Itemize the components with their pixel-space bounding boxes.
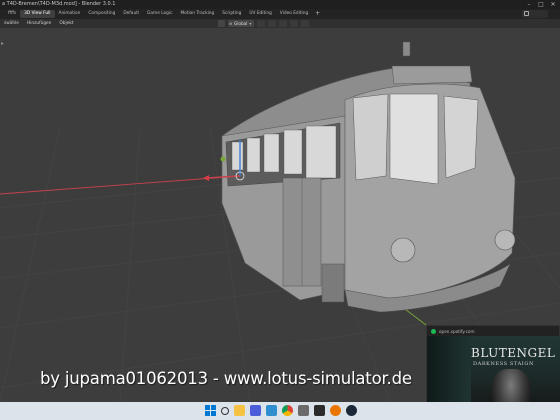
x-axis-line [0, 175, 241, 195]
steam-icon[interactable] [346, 405, 357, 416]
tab-3d-view-full[interactable]: 3D View Full [20, 10, 55, 18]
proportional-edit-icon[interactable] [290, 20, 298, 27]
album-band-name: BLUTENGEL [471, 346, 556, 360]
tab-scripting[interactable]: Scripting [218, 10, 245, 18]
store-icon[interactable] [250, 405, 261, 416]
tab-default[interactable]: Default [119, 10, 143, 18]
menu-add[interactable]: Hinzufügen [23, 21, 55, 26]
spotify-icon [431, 328, 436, 334]
tab-compositing[interactable]: Compositing [84, 10, 119, 18]
snap-target-icon[interactable] [279, 20, 287, 27]
tab-uv-editing[interactable]: UV Editing [245, 10, 275, 18]
tab-motion-tracking[interactable]: Motion Tracking [176, 10, 218, 18]
album-title: DARKNESS STAIGN [473, 361, 534, 367]
window-titlebar: a T4D-Bremen\T4D-M3d.mod] - Blender 3.0.… [0, 0, 560, 9]
watermark-text: by jupama01062013 - www.lotus-simulator.… [40, 369, 412, 388]
spotify-window-title: open.spotify.com [439, 328, 475, 334]
viewport-header: swähle Hinzufügen Objekt Global▾ [0, 19, 560, 28]
blender-screen: a T4D-Bremen\T4D-M3d.mod] - Blender 3.0.… [0, 0, 560, 420]
tab-animation[interactable]: Animation [55, 10, 85, 18]
file-explorer-icon[interactable] [234, 405, 245, 416]
window-title: a T4D-Bremen\T4D-M3d.mod] - Blender 3.0.… [2, 1, 116, 7]
window-controls: – □ ✕ [526, 0, 556, 9]
headlight-left [390, 237, 416, 263]
menu-select[interactable]: swähle [0, 21, 23, 26]
chrome-icon[interactable] [282, 405, 293, 416]
transform-orientation-group: Global▾ [218, 20, 309, 27]
orientation-gizmo-icon[interactable] [218, 20, 225, 27]
close-icon[interactable]: ✕ [550, 0, 556, 9]
transform-orientation-value: Global [234, 21, 248, 26]
scene-icon [524, 11, 529, 16]
gizmo-y-handle-icon[interactable] [220, 156, 226, 162]
blender-icon[interactable] [330, 405, 341, 416]
minimize-icon[interactable]: – [526, 0, 532, 9]
proportional-falloff-icon[interactable] [301, 20, 309, 27]
tram-model[interactable] [221, 41, 516, 313]
maximize-icon[interactable]: □ [538, 0, 544, 9]
windows-taskbar [0, 402, 560, 420]
tab-game-logic[interactable]: Game Logic [143, 10, 176, 18]
settings-icon[interactable] [298, 405, 309, 416]
snap-icon[interactable] [268, 20, 276, 27]
spotify-header: open.spotify.com [427, 326, 559, 336]
menu-object[interactable]: Objekt [55, 21, 77, 26]
windows-start-icon[interactable] [205, 405, 216, 416]
chevron-down-icon: ▾ [249, 21, 252, 26]
taskbar-icons [205, 405, 357, 416]
terminal-icon[interactable] [314, 405, 325, 416]
pivot-icon[interactable] [257, 20, 265, 27]
search-icon[interactable] [221, 406, 229, 415]
region-toggle-icon[interactable]: ▸ [1, 40, 4, 47]
tab-video-editing[interactable]: Video Editing [276, 10, 312, 18]
gizmo-x-arrow-icon[interactable] [203, 175, 209, 181]
tab-ffffs[interactable]: ffffs [4, 10, 20, 18]
headlight-right [494, 229, 516, 251]
transform-orientation-select[interactable]: Global▾ [228, 20, 254, 27]
photos-icon[interactable] [266, 405, 277, 416]
add-workspace-button[interactable]: + [312, 10, 323, 18]
scene-selector[interactable] [522, 10, 548, 18]
workspace-tabbar: ffffs 3D View Full Animation Compositing… [0, 9, 560, 19]
